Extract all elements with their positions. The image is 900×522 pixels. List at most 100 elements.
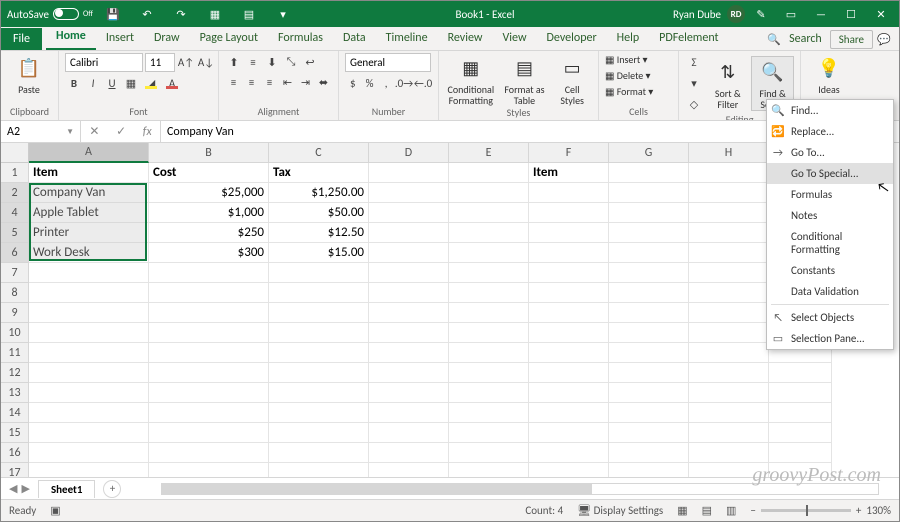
search-icon[interactable]: 🔍 bbox=[767, 33, 781, 46]
cell-A8[interactable] bbox=[29, 283, 149, 303]
minimize-icon[interactable]: — bbox=[807, 1, 835, 27]
cell-E5[interactable] bbox=[449, 223, 529, 243]
cell-H11[interactable] bbox=[689, 343, 769, 363]
col-header-A[interactable]: A bbox=[29, 143, 149, 163]
cell-B2[interactable]: $25,000 bbox=[149, 183, 269, 203]
tab-page-layout[interactable]: Page Layout bbox=[190, 27, 268, 50]
cell-G12[interactable] bbox=[609, 363, 689, 383]
cell-I14[interactable] bbox=[769, 403, 832, 423]
cell-D8[interactable] bbox=[369, 283, 449, 303]
view-normal-icon[interactable]: ▦ bbox=[677, 504, 687, 517]
col-header-B[interactable]: B bbox=[149, 143, 269, 163]
cell-A1[interactable]: Item bbox=[29, 163, 149, 183]
format-as-table-button[interactable]: ▤Format as Table bbox=[501, 53, 549, 106]
cell-G13[interactable] bbox=[609, 383, 689, 403]
row-header-15[interactable]: 15 bbox=[1, 423, 29, 443]
cell-B17[interactable] bbox=[149, 463, 269, 477]
cell-A4[interactable]: Apple Tablet bbox=[29, 203, 149, 223]
cell-E4[interactable] bbox=[449, 203, 529, 223]
row-header-8[interactable]: 8 bbox=[1, 283, 29, 303]
cell-E1[interactable] bbox=[449, 163, 529, 183]
row-header-16[interactable]: 16 bbox=[1, 443, 29, 463]
cell-A13[interactable] bbox=[29, 383, 149, 403]
cell-C17[interactable] bbox=[269, 463, 369, 477]
cell-E17[interactable] bbox=[449, 463, 529, 477]
format-cells-button[interactable]: ▦ Format ▾ bbox=[605, 85, 672, 98]
row-header-17[interactable]: 17 bbox=[1, 463, 29, 477]
qat-icon-2[interactable]: ▤ bbox=[235, 1, 263, 27]
row-header-14[interactable]: 14 bbox=[1, 403, 29, 423]
underline-button[interactable]: U bbox=[103, 74, 121, 92]
clear-icon[interactable]: ◇ bbox=[685, 95, 703, 113]
percent-icon[interactable]: % bbox=[362, 74, 378, 92]
cell-C1[interactable]: Tax bbox=[269, 163, 369, 183]
name-box[interactable]: A2▼ bbox=[1, 121, 81, 142]
pen-icon[interactable]: ✎ bbox=[747, 1, 775, 27]
fx-confirm-icon[interactable]: ✓ bbox=[116, 124, 126, 139]
cell-I12[interactable] bbox=[769, 363, 832, 383]
row-header-11[interactable]: 11 bbox=[1, 343, 29, 363]
cell-G6[interactable] bbox=[609, 243, 689, 263]
cell-E6[interactable] bbox=[449, 243, 529, 263]
cell-I13[interactable] bbox=[769, 383, 832, 403]
zoom-out-icon[interactable]: − bbox=[750, 504, 755, 517]
cell-B9[interactable] bbox=[149, 303, 269, 323]
fx-cancel-icon[interactable]: ✕ bbox=[89, 124, 99, 139]
cell-D9[interactable] bbox=[369, 303, 449, 323]
cell-D7[interactable] bbox=[369, 263, 449, 283]
cell-C16[interactable] bbox=[269, 443, 369, 463]
cell-C9[interactable] bbox=[269, 303, 369, 323]
comma-icon[interactable]: , bbox=[378, 74, 394, 92]
cell-G9[interactable] bbox=[609, 303, 689, 323]
cell-C5[interactable]: $12.50 bbox=[269, 223, 369, 243]
redo-icon[interactable]: ↷ bbox=[167, 1, 195, 27]
cell-G4[interactable] bbox=[609, 203, 689, 223]
font-size-input[interactable] bbox=[145, 53, 175, 72]
cell-G7[interactable] bbox=[609, 263, 689, 283]
cell-H5[interactable] bbox=[689, 223, 769, 243]
tab-formulas[interactable]: Formulas bbox=[268, 27, 333, 50]
col-header-G[interactable]: G bbox=[609, 143, 689, 163]
cell-A17[interactable] bbox=[29, 463, 149, 477]
row-header-10[interactable]: 10 bbox=[1, 323, 29, 343]
merge-icon[interactable]: ⬌ bbox=[315, 73, 332, 91]
tab-developer[interactable]: Developer bbox=[537, 27, 607, 50]
cell-B5[interactable]: $250 bbox=[149, 223, 269, 243]
tab-data[interactable]: Data bbox=[333, 27, 376, 50]
number-format-select[interactable] bbox=[345, 53, 431, 72]
row-header-7[interactable]: 7 bbox=[1, 263, 29, 283]
fx-button[interactable]: fx bbox=[143, 125, 152, 139]
cell-C7[interactable] bbox=[269, 263, 369, 283]
tab-pdfelement[interactable]: PDFelement bbox=[649, 27, 728, 50]
qat-icon-1[interactable]: ▦ bbox=[201, 1, 229, 27]
cell-C15[interactable] bbox=[269, 423, 369, 443]
cell-B10[interactable] bbox=[149, 323, 269, 343]
row-header-9[interactable]: 9 bbox=[1, 303, 29, 323]
cell-H15[interactable] bbox=[689, 423, 769, 443]
menu-item-5[interactable]: Notes bbox=[767, 205, 893, 226]
cell-D2[interactable] bbox=[369, 183, 449, 203]
view-page-layout-icon[interactable]: ▤ bbox=[702, 504, 712, 517]
cell-styles-button[interactable]: ▭Cell Styles bbox=[552, 53, 592, 106]
close-icon[interactable]: ✕ bbox=[867, 1, 895, 27]
border-icon[interactable]: ▦ bbox=[122, 74, 140, 92]
row-header-5[interactable]: 5 bbox=[1, 223, 29, 243]
cell-A15[interactable] bbox=[29, 423, 149, 443]
cell-F11[interactable] bbox=[529, 343, 609, 363]
zoom-control[interactable]: − + 130% bbox=[750, 504, 891, 517]
cell-C8[interactable] bbox=[269, 283, 369, 303]
align-top-icon[interactable]: ⬆ bbox=[225, 53, 243, 71]
cell-B13[interactable] bbox=[149, 383, 269, 403]
align-left-icon[interactable]: ≡ bbox=[225, 73, 242, 91]
cell-H7[interactable] bbox=[689, 263, 769, 283]
col-header-C[interactable]: C bbox=[269, 143, 369, 163]
cell-D13[interactable] bbox=[369, 383, 449, 403]
col-header-F[interactable]: F bbox=[529, 143, 609, 163]
zoom-in-icon[interactable]: + bbox=[856, 504, 861, 517]
cell-E10[interactable] bbox=[449, 323, 529, 343]
italic-button[interactable]: I bbox=[84, 74, 102, 92]
cell-G16[interactable] bbox=[609, 443, 689, 463]
row-header-1[interactable]: 1 bbox=[1, 163, 29, 183]
cell-B11[interactable] bbox=[149, 343, 269, 363]
increase-font-icon[interactable]: A↑ bbox=[177, 53, 195, 71]
